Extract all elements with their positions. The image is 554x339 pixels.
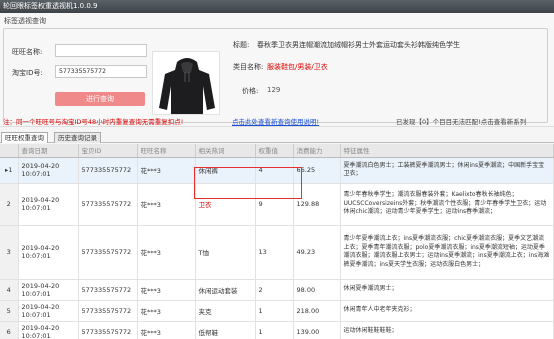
row-number: 6 bbox=[0, 321, 19, 339]
cell-keyword: 休闲裤 bbox=[195, 157, 256, 184]
cell-wangwang: 花***3 bbox=[137, 225, 196, 280]
cell-weight: 1 bbox=[255, 321, 294, 339]
table-row[interactable]: 2 2019-04-20 10:07:01 577335575772 花***3… bbox=[0, 183, 554, 226]
cell-date: 2019-04-20 10:07:01 bbox=[18, 321, 79, 339]
table-row[interactable]: ▸1 2019-04-20 10:07:01 577335575772 花***… bbox=[0, 157, 554, 184]
cell-features: 运动休闲鞋鞋鞋鞋； bbox=[340, 321, 554, 339]
hoodie-image bbox=[153, 52, 219, 114]
header-weight[interactable]: 权重值 bbox=[255, 144, 294, 158]
cell-date: 2019-04-20 10:07:01 bbox=[18, 300, 79, 322]
header-keyword[interactable]: 相关热词 bbox=[195, 144, 256, 158]
cell-spend: 129.88 bbox=[293, 183, 341, 226]
category-label: 类目名称: bbox=[233, 63, 264, 71]
title-value: 春秋季卫衣男连帽潮流加绒帽衫男士外套运动套头衫韩版纯色学生 bbox=[257, 41, 460, 49]
cell-features: 青少年春秋季学生；潮流衣服春装外套；Kaelixto春秋长袖纯色；UUCSCCo… bbox=[340, 183, 554, 226]
price-label: 价格: bbox=[242, 87, 259, 95]
cell-weight: 9 bbox=[255, 183, 294, 226]
title-label: 标题: bbox=[233, 41, 250, 49]
cell-spend: 139.00 bbox=[293, 321, 341, 339]
header-features[interactable]: 特征属性 bbox=[340, 144, 554, 158]
cell-weight: 1 bbox=[255, 300, 294, 322]
cell-wangwang: 花***3 bbox=[137, 157, 196, 184]
cell-spend: 98.00 bbox=[293, 279, 341, 301]
cell-item-id: 577335575772 bbox=[78, 300, 138, 322]
window-title: 轮回眼标签权重透视机1.0.0.9 bbox=[3, 2, 98, 10]
price-value: 129 bbox=[267, 86, 281, 94]
cell-wangwang: 花***3 bbox=[137, 183, 196, 226]
window-title-bar: 轮回眼标签权重透视机1.0.0.9 bbox=[0, 0, 554, 13]
taobao-id-input[interactable]: 577335575772 bbox=[55, 65, 147, 78]
table-row[interactable]: 6 2019-04-20 10:07:01 577335575772 花***3… bbox=[0, 321, 554, 339]
results-grid: 查询日期 宝贝ID 旺旺名称 相关热词 权重值 消费能力 特征属性 ▸1 201… bbox=[0, 144, 554, 339]
results-table: 查询日期 宝贝ID 旺旺名称 相关热词 权重值 消费能力 特征属性 ▸1 201… bbox=[0, 144, 554, 339]
cell-spend: 66.25 bbox=[293, 157, 341, 184]
cell-item-id: 577335575772 bbox=[78, 321, 138, 339]
header-wangwang[interactable]: 旺旺名称 bbox=[137, 144, 196, 158]
cell-keyword: 低帮鞋 bbox=[195, 321, 256, 339]
usage-guide-link[interactable]: 点击此处查看新查询使用说明! bbox=[232, 116, 319, 126]
cell-weight: 4 bbox=[255, 157, 294, 184]
cell-date: 2019-04-20 10:07:01 bbox=[18, 183, 79, 226]
table-row[interactable]: 4 2019-04-20 10:07:01 577335575772 花***3… bbox=[0, 279, 554, 301]
cell-wangwang: 花***3 bbox=[137, 300, 196, 322]
cell-spend: 49.23 bbox=[293, 225, 341, 280]
query-panel: 标签透视查询 旺旺名称: 淘宝ID号: 577335575772 进行查询 标题… bbox=[0, 13, 554, 127]
wangwang-label: 旺旺名称: bbox=[12, 48, 43, 56]
row-number: 5 bbox=[0, 300, 19, 322]
header-date[interactable]: 查询日期 bbox=[18, 144, 79, 158]
header-row-num bbox=[0, 144, 19, 158]
taobao-id-label: 淘宝ID号: bbox=[12, 69, 43, 77]
cell-features: 夏季潮流白色男士；工装裤夏季潮流男士；休闲ins夏季潮流；中国新手宝宝卫衣； bbox=[340, 157, 554, 184]
header-spend[interactable]: 消费能力 bbox=[293, 144, 341, 158]
panel-title: 标签透视查询 bbox=[4, 17, 46, 25]
cell-wangwang: 花***3 bbox=[137, 279, 196, 301]
tab-history[interactable]: 历史查询记录 bbox=[54, 132, 101, 143]
cell-keyword: 休闲运动套装 bbox=[195, 279, 256, 301]
cell-item-id: 577335575772 bbox=[78, 279, 138, 301]
cell-features: 休闲青年人中老年夹克衫； bbox=[340, 300, 554, 322]
cell-weight: 13 bbox=[255, 225, 294, 280]
cell-weight: 2 bbox=[255, 279, 294, 301]
cell-keyword: T恤 bbox=[195, 225, 256, 280]
wangwang-input[interactable] bbox=[55, 44, 147, 57]
tab-weight-query[interactable]: 旺旺权重查询 bbox=[1, 132, 48, 143]
cell-date: 2019-04-20 10:07:01 bbox=[18, 157, 79, 184]
cell-keyword: 夹克 bbox=[195, 300, 256, 322]
cell-features: 休闲夏季潮流男士； bbox=[340, 279, 554, 301]
product-image bbox=[152, 51, 220, 115]
category-value: 服装鞋包/男装/卫衣 bbox=[267, 63, 328, 71]
query-button[interactable]: 进行查询 bbox=[55, 92, 145, 106]
cell-item-id: 577335575772 bbox=[78, 225, 138, 280]
tab-strip: 旺旺权重查询 历史查询记录 bbox=[0, 131, 554, 143]
cell-item-id: 577335575772 bbox=[78, 183, 138, 226]
notice-text: 注：同一个旺旺号与淘宝ID号48小时内重复查询无需重复扣点! bbox=[3, 118, 184, 126]
table-row[interactable]: 5 2019-04-20 10:07:01 577335575772 花***3… bbox=[0, 300, 554, 322]
row-number: ▸1 bbox=[0, 157, 19, 184]
cell-keyword: 卫衣 bbox=[195, 183, 256, 226]
table-row[interactable]: 3 2019-04-20 10:07:01 577335575772 花***3… bbox=[0, 225, 554, 280]
cell-spend: 218.00 bbox=[293, 300, 341, 322]
table-header: 查询日期 宝贝ID 旺旺名称 相关热词 权重值 消费能力 特征属性 bbox=[0, 144, 554, 158]
cell-wangwang: 花***3 bbox=[137, 321, 196, 339]
row-number: 4 bbox=[0, 279, 19, 301]
row-number: 3 bbox=[0, 225, 19, 280]
unmatched-notice[interactable]: 已发现【0】个目目无法匹配!点击查看新系列 bbox=[396, 116, 526, 126]
cell-date: 2019-04-20 10:07:01 bbox=[18, 225, 79, 280]
header-item-id[interactable]: 宝贝ID bbox=[78, 144, 138, 158]
cell-features: 青少年夏季潮流上衣；ins夏季潮流衣服；chic夏季潮流衣服；夏季文艺潮流上衣；… bbox=[340, 225, 554, 280]
cell-date: 2019-04-20 10:07:01 bbox=[18, 279, 79, 301]
row-number: 2 bbox=[0, 183, 19, 226]
cell-item-id: 577335575772 bbox=[78, 157, 138, 184]
